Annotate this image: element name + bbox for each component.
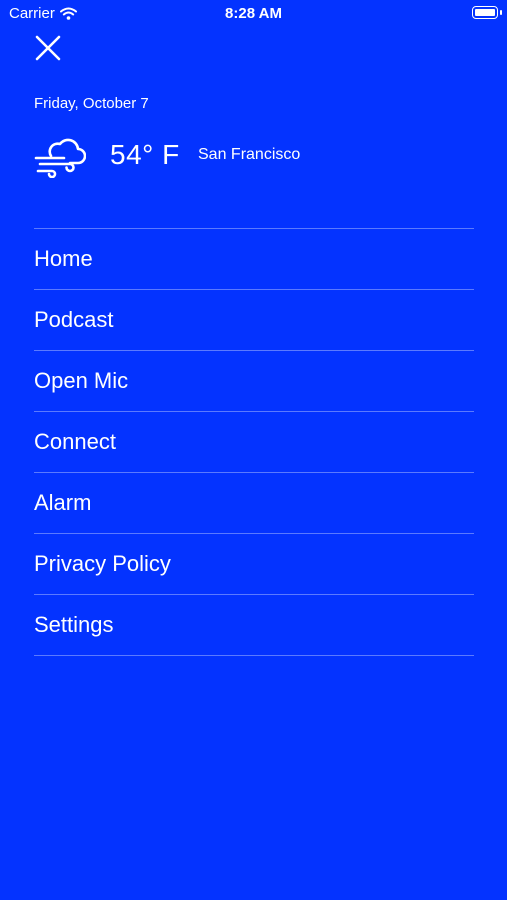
menu-item-privacy-policy[interactable]: Privacy Policy (34, 534, 474, 595)
battery-icon (472, 6, 498, 19)
close-icon[interactable] (33, 33, 63, 63)
menu-item-alarm[interactable]: Alarm (34, 473, 474, 534)
menu-item-home[interactable]: Home (34, 229, 474, 290)
menu-item-label: Settings (34, 612, 114, 637)
weather-summary: 54° F San Francisco (34, 134, 474, 178)
temperature: 54° F (110, 139, 180, 170)
current-date: Friday, October 7 (34, 95, 149, 112)
menu-item-settings[interactable]: Settings (34, 595, 474, 656)
city-name: San Francisco (198, 146, 301, 163)
battery-cap (500, 10, 502, 15)
menu-item-label: Connect (34, 429, 116, 454)
menu-item-label: Alarm (34, 490, 92, 515)
menu-item-label: Home (34, 246, 93, 271)
menu-item-connect[interactable]: Connect (34, 412, 474, 473)
status-bar: Carrier 8:28 AM (0, 0, 507, 28)
wind-cloud-icon (34, 138, 86, 178)
menu-item-podcast[interactable]: Podcast (34, 290, 474, 351)
menu-item-label: Open Mic (34, 368, 129, 393)
side-menu: Home Podcast Open Mic Connect Alarm Priv… (34, 228, 474, 656)
menu-item-label: Privacy Policy (34, 551, 171, 576)
menu-item-label: Podcast (34, 307, 114, 332)
menu-item-open-mic[interactable]: Open Mic (34, 351, 474, 412)
status-time: 8:28 AM (225, 5, 282, 22)
